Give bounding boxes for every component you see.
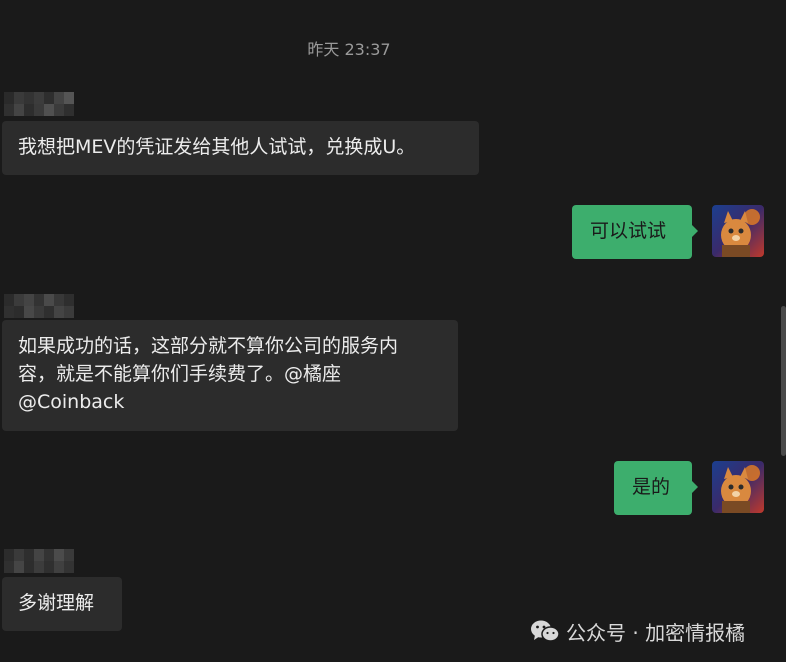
chat-bubble-incoming[interactable]: 如果成功的话，这部分就不算你公司的服务内 容，就是不能算你们手续费了。@橘座 @… xyxy=(2,320,458,431)
chat-bubble-incoming[interactable]: 我想把MEV的凭证发给其他人试试，兑换成U。 xyxy=(2,121,479,175)
sender-name-blurred xyxy=(4,294,74,318)
message-text: 多谢理解 xyxy=(18,592,95,614)
chat-bubble-incoming[interactable]: 多谢理解 xyxy=(2,577,122,631)
sender-name-blurred xyxy=(4,549,74,573)
chat-bubble-outgoing[interactable]: 可以试试 xyxy=(572,205,698,259)
message-timestamp: 昨天 23:37 xyxy=(307,40,391,59)
watermark: 公众号 · 加密情报橘 xyxy=(530,616,745,646)
user-avatar[interactable] xyxy=(712,461,764,513)
watermark-text: 公众号 · 加密情报橘 xyxy=(566,620,746,645)
message-text: 是的 xyxy=(632,476,671,498)
message-text-line: @Coinback xyxy=(18,391,125,413)
user-avatar[interactable] xyxy=(712,205,764,257)
message-text: 可以试试 xyxy=(590,220,667,242)
chat-bubble-outgoing[interactable]: 是的 xyxy=(614,461,698,515)
message-text-line: 如果成功的话，这部分就不算你公司的服务内 xyxy=(18,335,399,357)
message-text-line: 容，就是不能算你们手续费了。@橘座 xyxy=(18,363,342,385)
wechat-icon xyxy=(531,620,560,642)
message-text: 我想把MEV的凭证发给其他人试试，兑换成U。 xyxy=(18,136,416,158)
scrollbar-thumb[interactable] xyxy=(781,306,786,456)
sender-name-blurred xyxy=(4,92,74,116)
